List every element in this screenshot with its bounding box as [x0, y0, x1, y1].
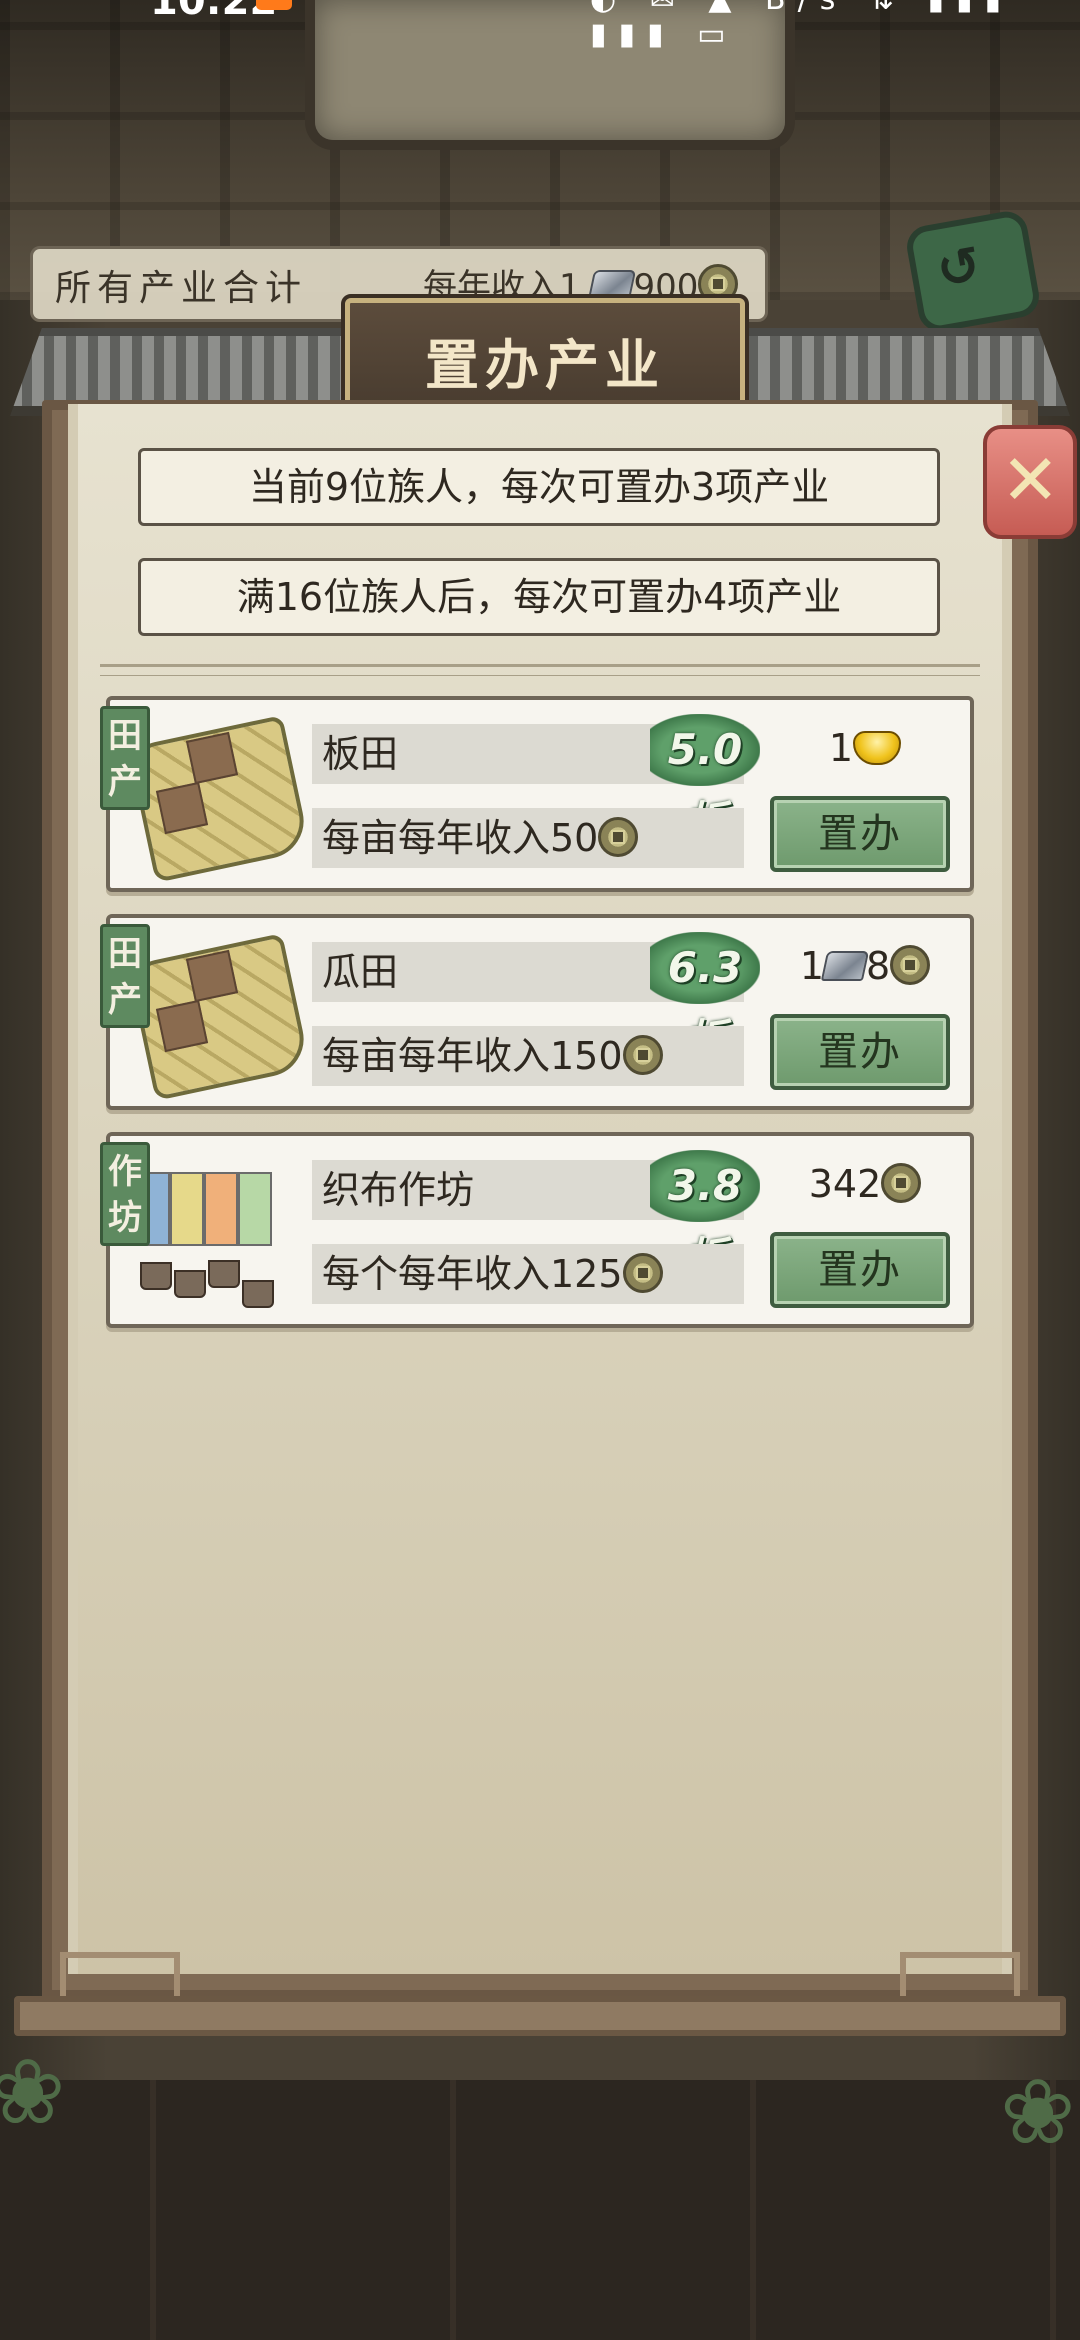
copper-coin-icon [881, 1163, 922, 1203]
category-tag: 田产 [100, 706, 150, 810]
property-card-weaving-workshop: 作坊 织布作坊 3.8折 每个每年收入125 342 置办 [100, 1132, 974, 1328]
buy-button[interactable]: 置办 [770, 1014, 950, 1090]
close-button[interactable]: ✕ [983, 425, 1077, 539]
status-bar: 10:22 ◐ ✉ ▲ B/s ⇅ ▮▮▮ ▮▮▮ ▭ [0, 0, 1080, 52]
title-plaque: 置办产业 [341, 294, 749, 412]
category-tag: 作坊 [100, 1142, 150, 1246]
background-floor [0, 2080, 1080, 2340]
price: 342 [770, 1154, 960, 1214]
close-x-icon: ✕ [1001, 439, 1060, 521]
summary-title: 所有产业合计 [55, 268, 308, 309]
property-card-bantian: 田产 板田 5.0折 每亩每年收入50 1 置办 [100, 696, 974, 892]
copper-coin-icon [622, 1253, 663, 1293]
field-thumbnail [127, 933, 311, 1101]
property-card-guatian: 田产 瓜田 6.3折 每亩每年收入150 18 置办 [100, 914, 974, 1110]
dialog-title: 置办产业 [425, 334, 665, 397]
copper-coin-icon [890, 945, 931, 985]
buy-button[interactable]: 置办 [770, 796, 950, 872]
silver-ingot-icon [820, 951, 870, 981]
copper-amount: 342 [808, 1162, 882, 1206]
price: 1 [770, 718, 960, 778]
notice-current: 当前9位族人，每次可置办3项产业 [138, 448, 940, 526]
buy-button[interactable]: 置办 [770, 1232, 950, 1308]
flower-plant-left: ❀ [0, 2040, 66, 2145]
notification-badge [256, 0, 292, 10]
rail-ornament-left [60, 1952, 180, 2002]
discount-badge: 3.8折 [650, 1150, 760, 1282]
property-income: 每亩每年收入50 [312, 808, 744, 868]
gold-amount: 1 [828, 726, 854, 770]
notice-future: 满16位族人后，每次可置办4项产业 [138, 558, 940, 636]
category-tag: 田产 [100, 924, 150, 1028]
gold-ingot-icon [853, 731, 902, 765]
network-speed-label: B/s [765, 0, 847, 17]
back-button[interactable]: ↺ [903, 208, 1043, 335]
income-text: 每亩每年收入150 [322, 1034, 623, 1078]
divider [100, 664, 980, 676]
income-text: 每亩每年收入50 [322, 816, 599, 860]
discount-badge: 6.3折 [650, 932, 760, 1064]
income-text: 每个每年收入125 [322, 1252, 623, 1296]
copper-amount: 8 [866, 944, 891, 988]
return-arrow-icon: ↺ [932, 235, 986, 302]
status-icons: ◐ ✉ ▲ B/s ⇅ ▮▮▮ ▮▮▮ ▭ [590, 0, 1080, 52]
silver-ingot-icon [588, 270, 637, 300]
workshop-thumbnail [130, 1152, 300, 1312]
rail-ornament-right [900, 1952, 1020, 2002]
copper-coin-icon [622, 1035, 663, 1075]
discount-badge: 5.0折 [650, 714, 760, 846]
property-income: 每个每年收入125 [312, 1244, 744, 1304]
price: 18 [770, 936, 960, 996]
flower-plant-right: ❀ [1000, 2060, 1076, 2165]
bottom-rail [14, 1996, 1066, 2036]
silver-amount: 1 [799, 944, 824, 988]
property-income: 每亩每年收入150 [312, 1026, 744, 1086]
field-thumbnail [127, 715, 311, 883]
copper-coin-icon [598, 817, 639, 857]
